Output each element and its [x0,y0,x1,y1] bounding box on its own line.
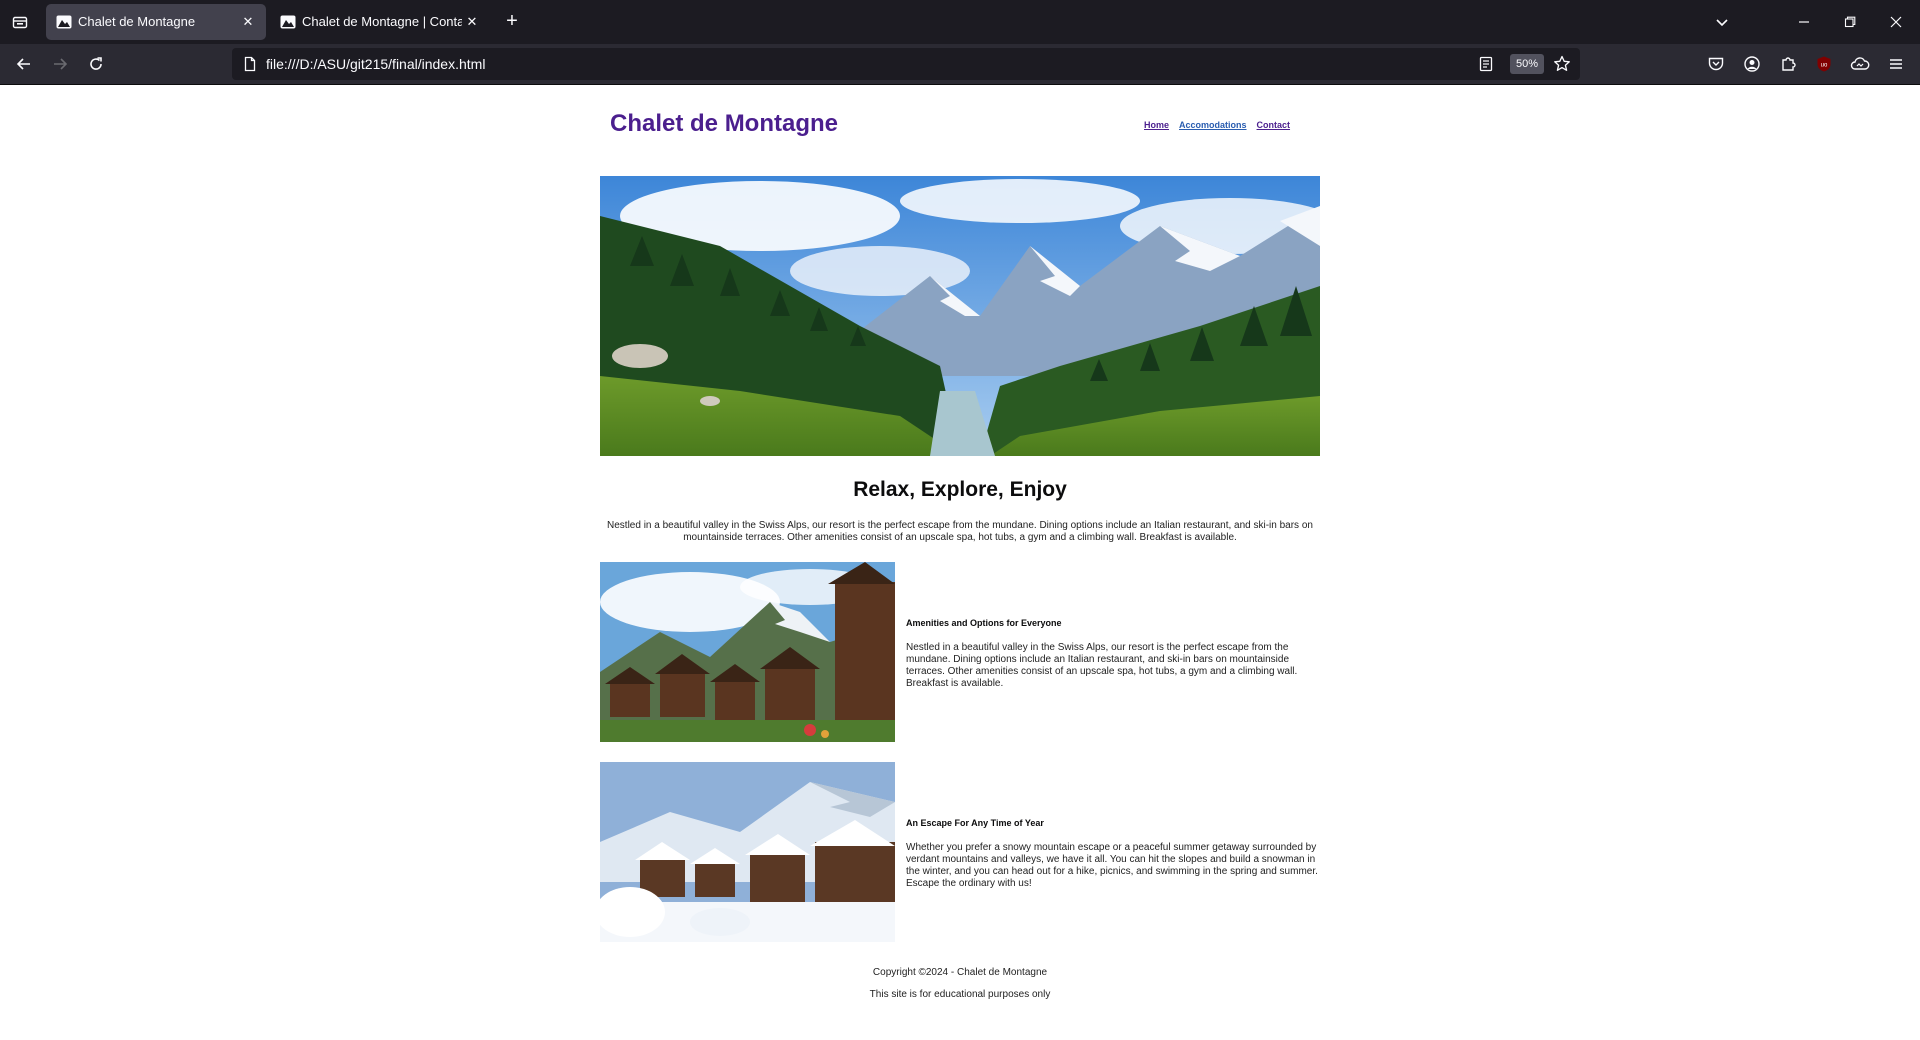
main-headline: Relax, Explore, Enjoy [853,478,1067,501]
nav-link-accomodations[interactable]: Accomodations [1179,120,1247,130]
tab-list-button[interactable] [8,8,32,36]
tab-list-icon [12,16,28,29]
mountain-favicon-icon [280,15,296,29]
feature-amenities: Amenities and Options for Everyone Nestl… [600,562,1320,742]
pocket-icon[interactable] [1706,54,1726,74]
extensions-puzzle-icon[interactable] [1778,54,1798,74]
reader-view-icon[interactable] [1476,54,1496,74]
close-tab-icon[interactable]: ✕ [462,12,482,32]
mountain-favicon-icon [56,15,72,29]
ublock-badge-text: uo [1821,63,1828,69]
address-bar[interactable]: file:///D:/ASU/git215/final/index.html 5… [232,48,1580,80]
feature-body: Whether you prefer a snowy mountain esca… [906,842,1318,889]
chalet-village-winter-image [600,762,895,942]
zoom-level-badge[interactable]: 50% [1509,54,1544,74]
chalet-village-summer-image [600,562,895,742]
url-text[interactable]: file:///D:/ASU/git215/final/index.html [266,56,485,72]
bookmark-star-icon[interactable] [1552,54,1572,74]
feature-text: Amenities and Options for Everyone Nestl… [906,618,1320,690]
hero-mountain-valley-image [600,176,1320,456]
page-icon [244,56,256,72]
restore-window-icon[interactable] [1836,8,1864,36]
copyright-text: Copyright ©2024 - Chalet de Montagne [872,967,1048,978]
feature-body: Nestled in a beautiful valley in the Swi… [906,642,1298,689]
menu-hamburger-icon[interactable] [1886,54,1906,74]
intro-paragraph: Nestled in a beautiful valley in the Swi… [607,520,1313,543]
tab-chalet-home[interactable]: Chalet de Montagne ✕ [46,4,266,40]
tab-title: Chalet de Montagne | Contact [302,14,462,29]
browser-nav-bar: file:///D:/ASU/git215/final/index.html 5… [0,44,1920,85]
feature-heading: An Escape For Any Time of Year [906,818,1044,828]
site-nav: Home Accomodations Contact [1144,120,1290,130]
site-footer: Copyright ©2024 - Chalet de Montagne Thi… [600,962,1320,1006]
ublock-origin-icon[interactable]: uo [1814,54,1834,74]
browser-tab-bar: Chalet de Montagne ✕ Chalet de Montagne … [0,0,1920,44]
tab-title: Chalet de Montagne [78,14,196,29]
site-title: Chalet de Montagne [610,110,839,137]
list-all-tabs-chevron-icon[interactable] [1708,8,1736,36]
nav-link-home[interactable]: Home [1144,120,1169,130]
page-viewport: Chalet de Montagne Home Accomodations Co… [0,86,1920,1040]
educational-note: This site is for educational purposes on… [869,989,1051,1000]
close-window-icon[interactable] [1882,8,1910,36]
feature-seasons: An Escape For Any Time of Year Whether y… [600,762,1320,942]
back-arrow-icon[interactable] [10,50,38,78]
close-tab-icon[interactable]: ✕ [238,12,258,32]
forward-arrow-icon[interactable] [46,50,74,78]
tab-chalet-contact[interactable]: Chalet de Montagne | Contact ✕ [270,4,490,40]
cloud-sync-icon[interactable] [1850,54,1870,74]
new-tab-button[interactable]: + [500,10,524,34]
feature-heading: Amenities and Options for Everyone [906,618,1062,628]
account-icon[interactable] [1742,54,1762,74]
feature-text: An Escape For Any Time of Year Whether y… [906,818,1320,890]
nav-link-contact[interactable]: Contact [1257,120,1291,130]
reload-icon[interactable] [82,50,110,78]
minimize-window-icon[interactable] [1790,8,1818,36]
